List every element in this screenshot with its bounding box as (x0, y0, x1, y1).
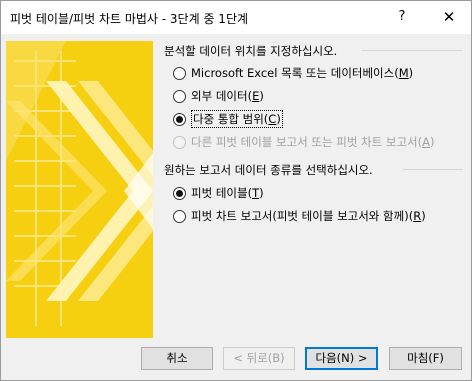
wizard-illustration (6, 41, 153, 338)
option-other-pivot: 다른 피벗 테이블 보고서 또는 피벗 차트 보고서(A) (173, 133, 434, 151)
spreadsheet-chevron-art (6, 41, 153, 338)
help-button[interactable]: ? (385, 3, 419, 31)
focus-outline: 다중 통합 범위(C) (191, 110, 283, 128)
dialog-title: 피벗 테이블/피벗 차트 마법사 - 3단계 중 1단계 (10, 12, 249, 26)
next-button[interactable]: 다음(N) > (305, 347, 378, 370)
cancel-button[interactable]: 취소 (141, 347, 213, 370)
option-excel-list[interactable]: Microsoft Excel 목록 또는 데이터베이스(M) (173, 64, 413, 82)
radio-external-data[interactable] (173, 89, 186, 103)
data-source-label: 분석할 데이터 위치를 지정하십시오. (164, 44, 338, 58)
option-multiple-ranges-label: 다중 통합 범위 (193, 112, 264, 126)
radio-other-pivot (173, 135, 186, 149)
wizard-dialog: 피벗 테이블/피벗 차트 마법사 - 3단계 중 1단계 ? ✕ 분석할 데이터… (0, 0, 472, 381)
access-key-t: T (252, 186, 260, 200)
radio-excel-list[interactable] (173, 66, 186, 80)
group-divider (361, 50, 463, 51)
radio-multiple-ranges[interactable] (173, 112, 186, 126)
access-key-e: E (252, 89, 260, 103)
access-key-c: C (268, 112, 277, 126)
finish-button[interactable]: 마침(F) (389, 347, 462, 370)
radio-pivot-table[interactable] (173, 186, 186, 200)
access-key-a: A (422, 135, 430, 149)
back-button: < 뒤로(B) (223, 347, 295, 370)
option-excel-list-label: Microsoft Excel 목록 또는 데이터베이스 (191, 66, 395, 80)
option-pivot-chart-label: 피벗 차트 보고서(피벗 테이블 보고서와 함께) (191, 209, 409, 223)
option-other-pivot-label: 다른 피벗 테이블 보고서 또는 피벗 차트 보고서 (191, 135, 418, 149)
option-pivot-table[interactable]: 피벗 테이블(T) (173, 184, 264, 202)
option-external-data[interactable]: 외부 데이터(E) (173, 87, 264, 105)
option-pivot-table-label: 피벗 테이블 (191, 186, 248, 200)
access-key-r: R (413, 209, 422, 223)
title-bar: 피벗 테이블/피벗 차트 마법사 - 3단계 중 1단계 ? ✕ (1, 1, 471, 34)
report-type-label: 원하는 보고서 데이터 종류를 선택하십시오. (164, 163, 373, 177)
option-multiple-ranges[interactable]: 다중 통합 범위(C) (173, 110, 283, 128)
option-pivot-chart[interactable]: 피벗 차트 보고서(피벗 테이블 보고서와 함께)(R) (173, 207, 426, 225)
radio-pivot-chart[interactable] (173, 209, 186, 223)
access-key-m: M (398, 66, 409, 80)
group-divider (403, 169, 463, 170)
close-button[interactable]: ✕ (429, 3, 469, 31)
option-external-data-label: 외부 데이터 (191, 89, 248, 103)
